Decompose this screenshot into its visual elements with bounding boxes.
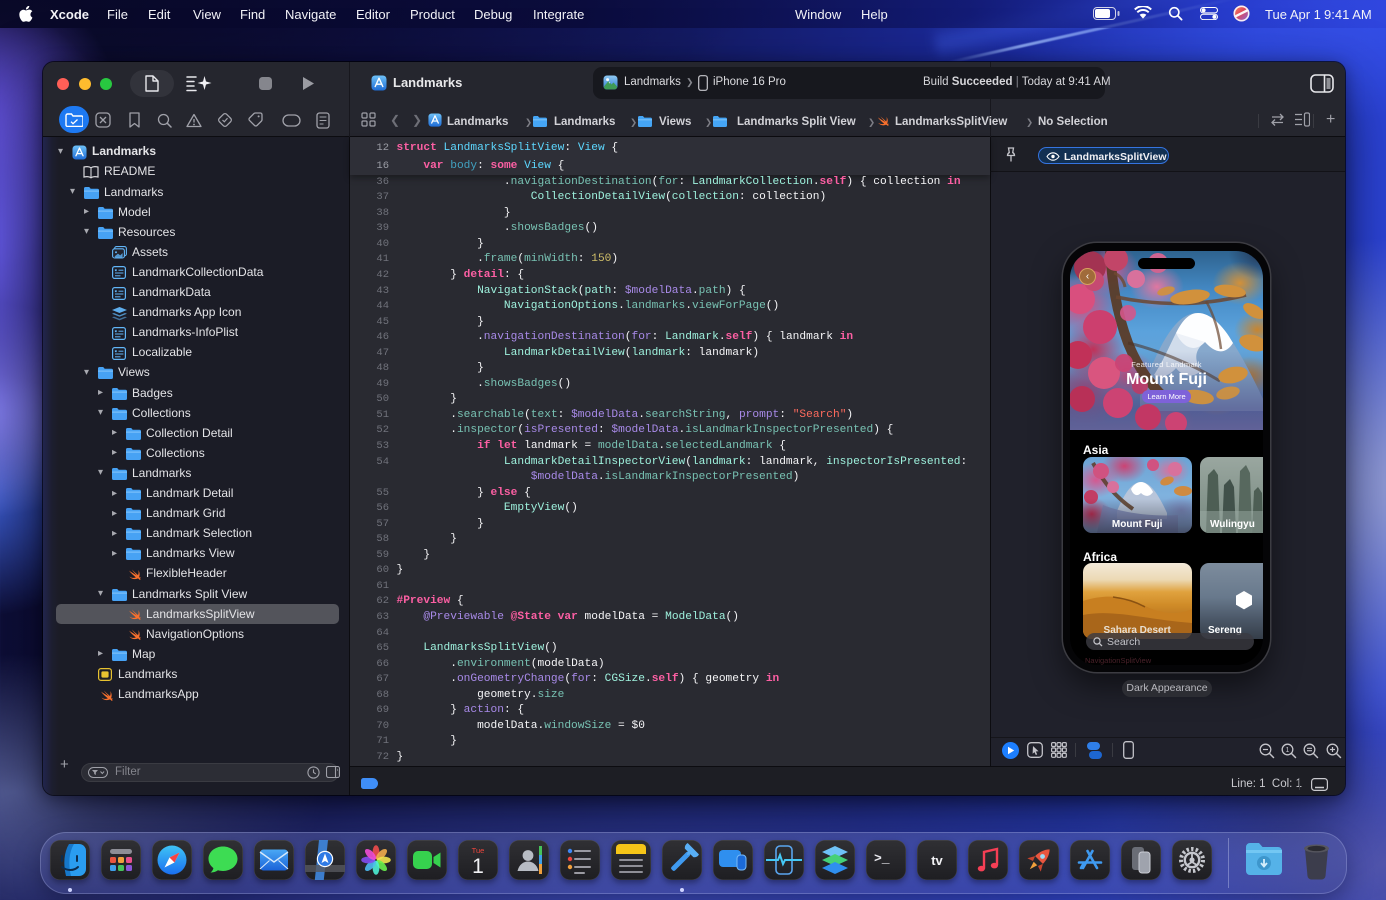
svg-text:1: 1	[472, 855, 484, 878]
svg-text:tv: tv	[931, 853, 943, 868]
svg-text:>_: >_	[874, 851, 890, 866]
svg-text:1: 1	[1286, 747, 1290, 754]
svg-text:Tue: Tue	[472, 846, 485, 855]
